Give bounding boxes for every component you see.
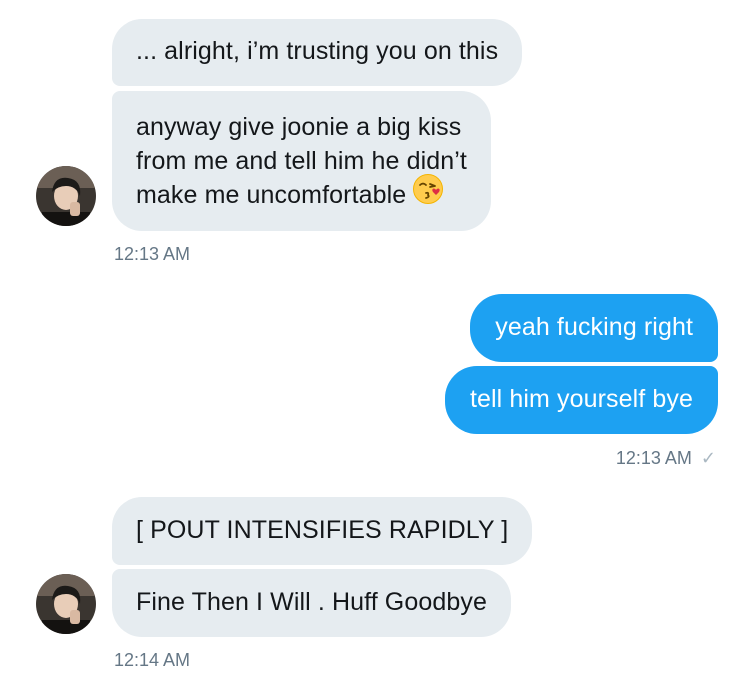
outgoing-message[interactable]: tell him yourself bye	[444, 366, 718, 434]
avatar[interactable]	[36, 574, 96, 634]
message-text: yeah fucking right	[495, 313, 693, 341]
timestamp: 12:14 AM	[114, 650, 191, 670]
incoming-message[interactable]: anyway give joonie a big kiss from me an…	[112, 91, 491, 231]
message-text-line: make me uncomfortable	[136, 181, 407, 209]
incoming-message[interactable]: ... alright, i’m trusting you on this	[112, 19, 523, 86]
kissing-face-icon	[412, 173, 444, 214]
timestamp: 12:13 AM ✓	[616, 448, 716, 468]
outgoing-message[interactable]: yeah fucking right	[470, 294, 718, 362]
message-text: Fine Then I Will . Huff Goodbye	[136, 588, 487, 616]
message-text: ... alright, i’m trusting you on this	[136, 37, 499, 65]
timestamp: 12:13 AM	[114, 244, 191, 264]
message-text: tell him yourself bye	[469, 385, 693, 413]
message-text-line: anyway give joonie a big kiss	[136, 113, 462, 141]
timestamp-text: 12:13 AM	[615, 448, 692, 468]
incoming-message[interactable]: Fine Then I Will . Huff Goodbye	[112, 569, 511, 637]
read-check-icon: ✓	[700, 448, 716, 468]
message-text: [ POUT INTENSIFIES RAPIDLY ]	[136, 516, 509, 544]
incoming-message[interactable]: [ POUT INTENSIFIES RAPIDLY ]	[112, 497, 533, 565]
avatar[interactable]	[36, 166, 96, 226]
